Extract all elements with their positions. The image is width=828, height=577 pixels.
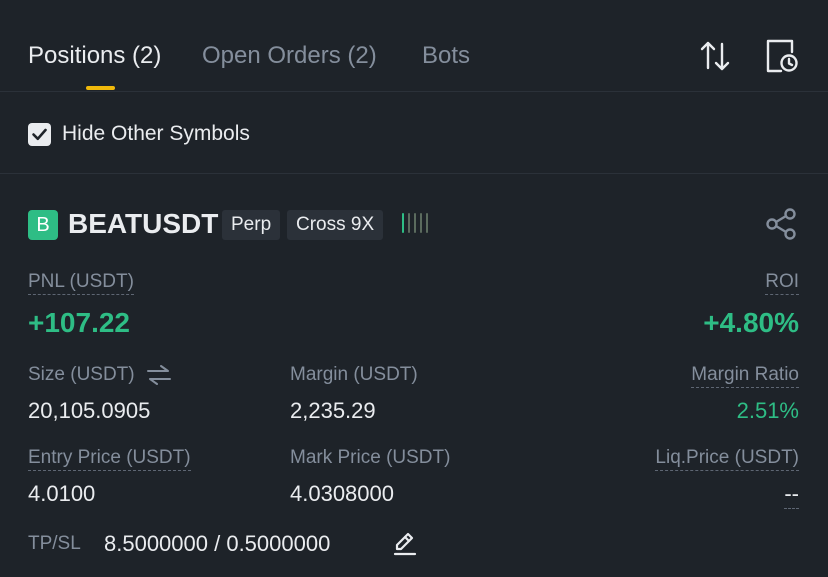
tab-bots[interactable]: Bots — [422, 40, 470, 72]
liq-price-value: -- — [784, 480, 799, 509]
sort-arrows-icon[interactable] — [697, 38, 733, 74]
margin-ratio-label: Margin Ratio — [691, 363, 799, 388]
perp-tag: Perp — [222, 210, 281, 240]
pnl-label: PNL (USDT) — [28, 270, 134, 295]
checkbox[interactable] — [28, 122, 51, 146]
mark-price-label: Mark Price (USDT) — [290, 447, 451, 468]
tab-bar: Positions (2) Open Orders (2) Bots — [0, 0, 828, 92]
tpsl-value: 8.5000000 / 0.5000000 — [104, 531, 331, 556]
entry-price-value: 4.0100 — [28, 481, 96, 506]
liq-price-label: Liq.Price (USDT) — [655, 446, 799, 471]
edit-icon[interactable] — [392, 530, 418, 556]
roi-label: ROI — [765, 270, 799, 295]
adl-indicator — [402, 213, 428, 233]
active-tab-indicator — [86, 86, 115, 90]
symbol-name[interactable]: BEATUSDT — [68, 206, 218, 242]
hide-other-symbols-toggle[interactable]: Hide Other Symbols — [28, 120, 250, 148]
roi-value: +4.80% — [703, 307, 799, 338]
swap-icon[interactable] — [146, 364, 172, 386]
divider — [0, 173, 828, 174]
positions-panel: Positions (2) Open Orders (2) Bots Hide … — [0, 0, 828, 577]
margin-label: Margin (USDT) — [290, 364, 418, 385]
tab-open-orders[interactable]: Open Orders (2) — [202, 40, 377, 72]
tab-positions[interactable]: Positions (2) — [28, 40, 161, 72]
entry-price-label: Entry Price (USDT) — [28, 446, 191, 471]
size-value: 20,105.0905 — [28, 398, 151, 423]
margin-value: 2,235.29 — [290, 398, 376, 423]
tpsl-label: TP/SL — [28, 533, 81, 554]
mark-price-value: 4.0308000 — [290, 481, 394, 506]
history-icon[interactable] — [764, 38, 800, 74]
margin-mode-tag[interactable]: Cross 9X — [287, 210, 384, 240]
pnl-value: +107.22 — [28, 307, 130, 338]
check-icon — [32, 128, 47, 140]
share-icon[interactable] — [763, 206, 799, 242]
hide-other-symbols-label: Hide Other Symbols — [62, 122, 250, 145]
symbol-badge: B — [28, 210, 58, 240]
size-label[interactable]: Size (USDT) — [28, 363, 172, 387]
margin-ratio-value: 2.51% — [736, 398, 799, 423]
